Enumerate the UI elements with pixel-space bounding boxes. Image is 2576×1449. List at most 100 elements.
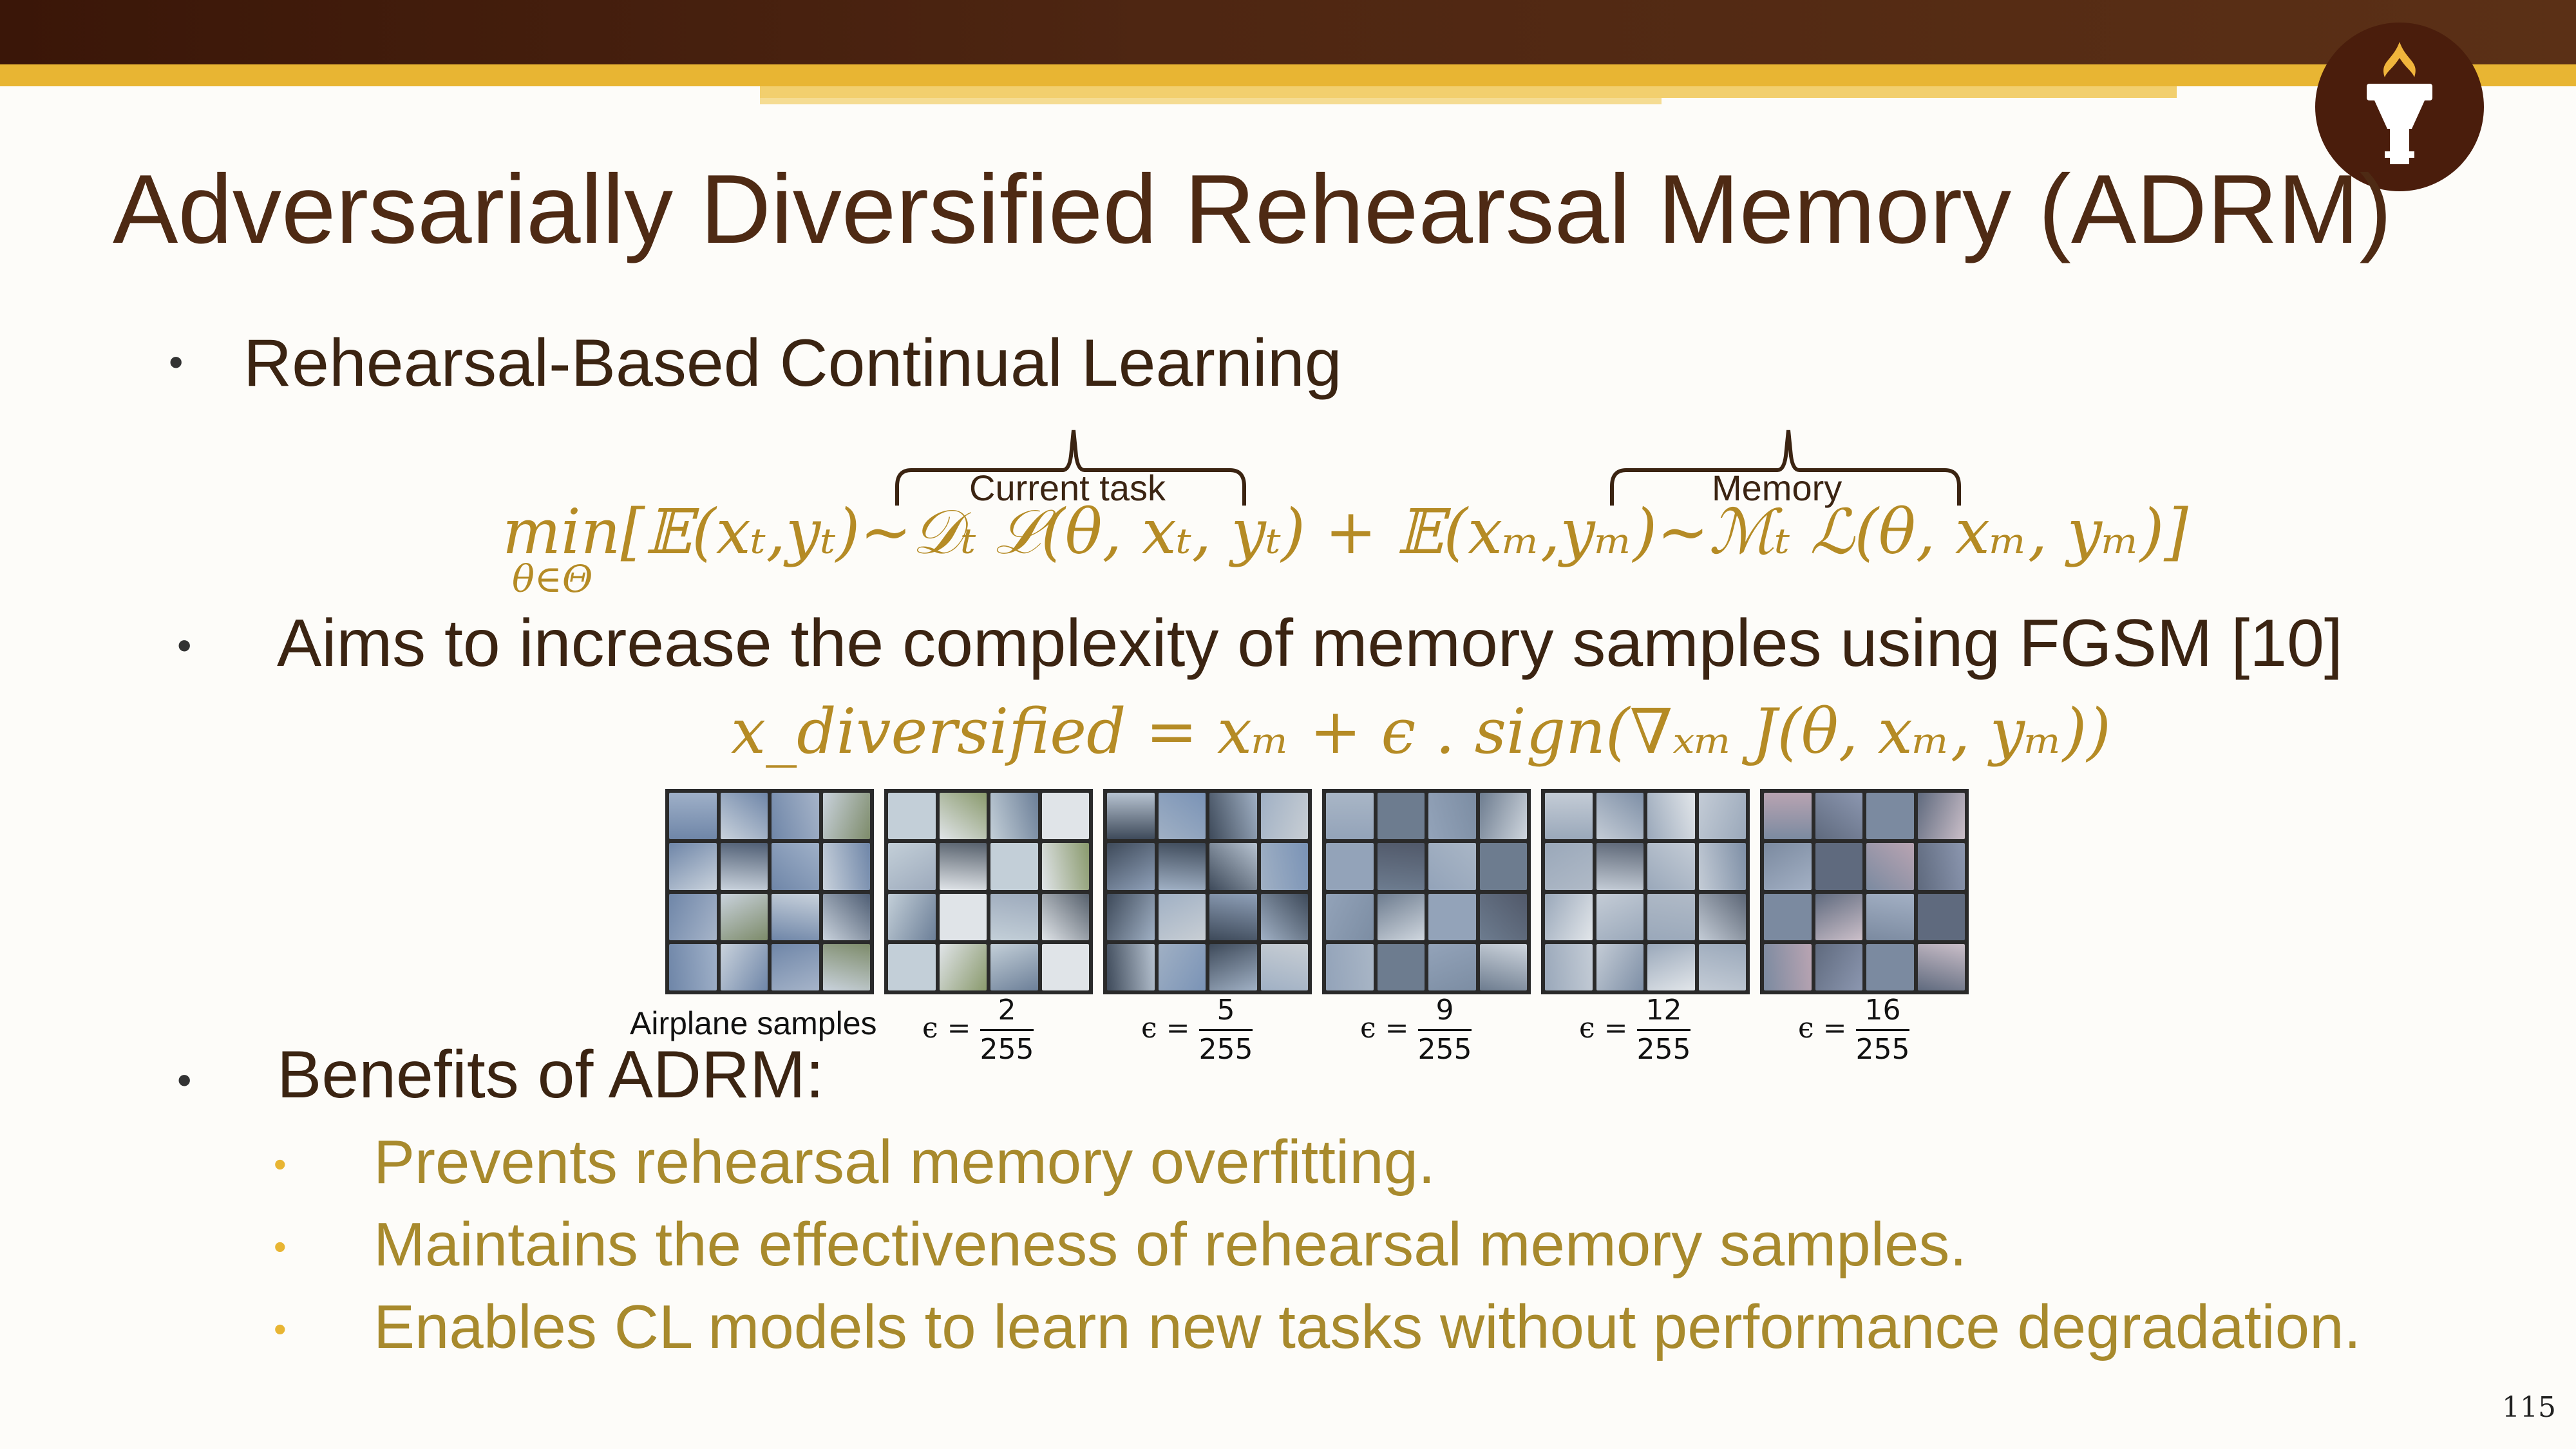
sample-thumbnail — [1260, 893, 1308, 940]
sample-thumbnail — [1764, 893, 1812, 940]
sample-thumbnail — [1596, 793, 1643, 840]
sample-thumbnail — [1815, 793, 1862, 840]
airplane-samples-grid — [665, 789, 874, 994]
sample-thumbnail — [1917, 943, 1965, 990]
adversarial-grid-eps5 — [1103, 789, 1312, 994]
header-gold-stripe-lighter — [760, 98, 1662, 104]
sample-thumbnail — [822, 793, 870, 840]
sample-thumbnail — [1698, 793, 1746, 840]
sample-thumbnail — [1764, 943, 1812, 990]
epsilon-label: ϵ = 9 255 — [1360, 992, 1472, 1068]
header-gold-stripe-light — [760, 86, 2177, 98]
sample-thumbnail — [1545, 943, 1593, 990]
sample-thumbnail — [888, 943, 936, 990]
sample-thumbnail — [939, 793, 987, 840]
header-bar — [0, 0, 2576, 64]
sample-thumbnail — [822, 943, 870, 990]
sample-thumbnail — [1428, 843, 1476, 890]
sample-thumbnail — [1596, 943, 1643, 990]
sample-thumbnail — [990, 943, 1038, 990]
bullet-benefits: Benefits of ADRM: — [277, 1037, 824, 1112]
sample-thumbnail — [1545, 843, 1593, 890]
sample-thumbnail — [1815, 893, 1862, 940]
epsilon-label: ϵ = 16 255 — [1798, 992, 1910, 1068]
fgsm-equation: x_diversified = xₘ + ϵ . sign(∇ₓₘ J(θ, x… — [731, 696, 2111, 768]
sample-thumbnail — [1479, 893, 1527, 940]
sample-thumbnail — [1647, 843, 1695, 890]
sample-thumbnail — [1479, 843, 1527, 890]
benefit-item: Prevents rehearsal memory overfitting. — [374, 1128, 1435, 1197]
sample-thumbnail — [1158, 893, 1206, 940]
sample-thumbnail — [822, 893, 870, 940]
bullet-rehearsal: Rehearsal-Based Continual Learning — [243, 326, 1342, 401]
sample-thumbnail — [939, 893, 987, 940]
sample-thumbnail — [1917, 793, 1965, 840]
sample-thumbnail — [1107, 793, 1155, 840]
sample-thumbnail — [990, 793, 1038, 840]
adversarial-grid-eps9 — [1322, 789, 1531, 994]
sample-thumbnail — [1647, 793, 1695, 840]
sample-thumbnail — [1107, 893, 1155, 940]
sample-thumbnail — [1209, 943, 1257, 990]
adversarial-grid-eps16 — [1760, 789, 1969, 994]
sample-thumbnail — [1428, 943, 1476, 990]
sample-thumbnail — [720, 793, 768, 840]
sub-bullet-marker: • — [274, 1309, 287, 1349]
sample-thumbnail — [669, 793, 717, 840]
sample-thumbnail — [772, 943, 819, 990]
sample-thumbnail — [990, 843, 1038, 890]
header-gold-stripe — [0, 64, 2576, 86]
sub-bullet-marker: • — [274, 1226, 287, 1267]
sample-thumbnail — [1158, 793, 1206, 840]
sample-thumbnail — [1698, 943, 1746, 990]
sample-thumbnail — [772, 893, 819, 940]
sample-thumbnail — [1698, 893, 1746, 940]
sample-thumbnail — [1866, 943, 1914, 990]
sample-thumbnail — [1815, 943, 1862, 990]
sample-thumbnail — [1377, 793, 1425, 840]
sample-thumbnail — [888, 843, 936, 890]
sample-thumbnail — [1764, 793, 1812, 840]
sample-thumbnail — [1260, 793, 1308, 840]
sample-thumbnail — [1209, 843, 1257, 890]
epsilon-label: ϵ = 2 255 — [922, 992, 1034, 1068]
sample-thumbnail — [1866, 843, 1914, 890]
sample-thumbnail — [1158, 943, 1206, 990]
sub-bullet-marker: • — [274, 1144, 287, 1184]
sample-thumbnail — [1428, 893, 1476, 940]
sample-thumbnail — [1158, 843, 1206, 890]
sample-thumbnail — [1815, 843, 1862, 890]
page-number: 115 — [2502, 1391, 2556, 1424]
sample-thumbnail — [1596, 843, 1643, 890]
sample-thumbnail — [1647, 943, 1695, 990]
sample-thumbnail — [1041, 843, 1089, 890]
sample-thumbnail — [772, 843, 819, 890]
sample-thumbnail — [669, 893, 717, 940]
sample-thumbnail — [1917, 893, 1965, 940]
sample-thumbnail — [1764, 843, 1812, 890]
epsilon-label: ϵ = 5 255 — [1141, 992, 1253, 1068]
sample-thumbnail — [1209, 893, 1257, 940]
sample-thumbnail — [1041, 943, 1089, 990]
sample-thumbnail — [1428, 793, 1476, 840]
adversarial-grid-eps2 — [884, 789, 1093, 994]
benefit-item: Enables CL models to learn new tasks wit… — [374, 1293, 2362, 1361]
sample-thumbnail — [669, 843, 717, 890]
benefit-item: Maintains the effectiveness of rehearsal… — [374, 1210, 1967, 1279]
sample-thumbnail — [1647, 893, 1695, 940]
sample-thumbnail — [888, 893, 936, 940]
sample-thumbnail — [1260, 843, 1308, 890]
sample-thumbnail — [1377, 943, 1425, 990]
bullet-marker: • — [177, 622, 192, 668]
sample-thumbnail — [1326, 943, 1374, 990]
objective-equation: min[𝔼(xₜ,yₜ)~𝒟ₜ ℒ(θ, xₜ, yₜ) + 𝔼(xₘ,yₘ)~… — [502, 496, 2188, 568]
sample-thumbnail — [888, 793, 936, 840]
sample-thumbnail — [1041, 793, 1089, 840]
sample-thumbnail — [1596, 893, 1643, 940]
sample-thumbnail — [1377, 893, 1425, 940]
sample-thumbnail — [1545, 893, 1593, 940]
sample-thumbnail — [1866, 793, 1914, 840]
sample-thumbnail — [990, 893, 1038, 940]
bullet-marker: • — [169, 339, 184, 385]
bullet-marker: • — [177, 1057, 192, 1103]
